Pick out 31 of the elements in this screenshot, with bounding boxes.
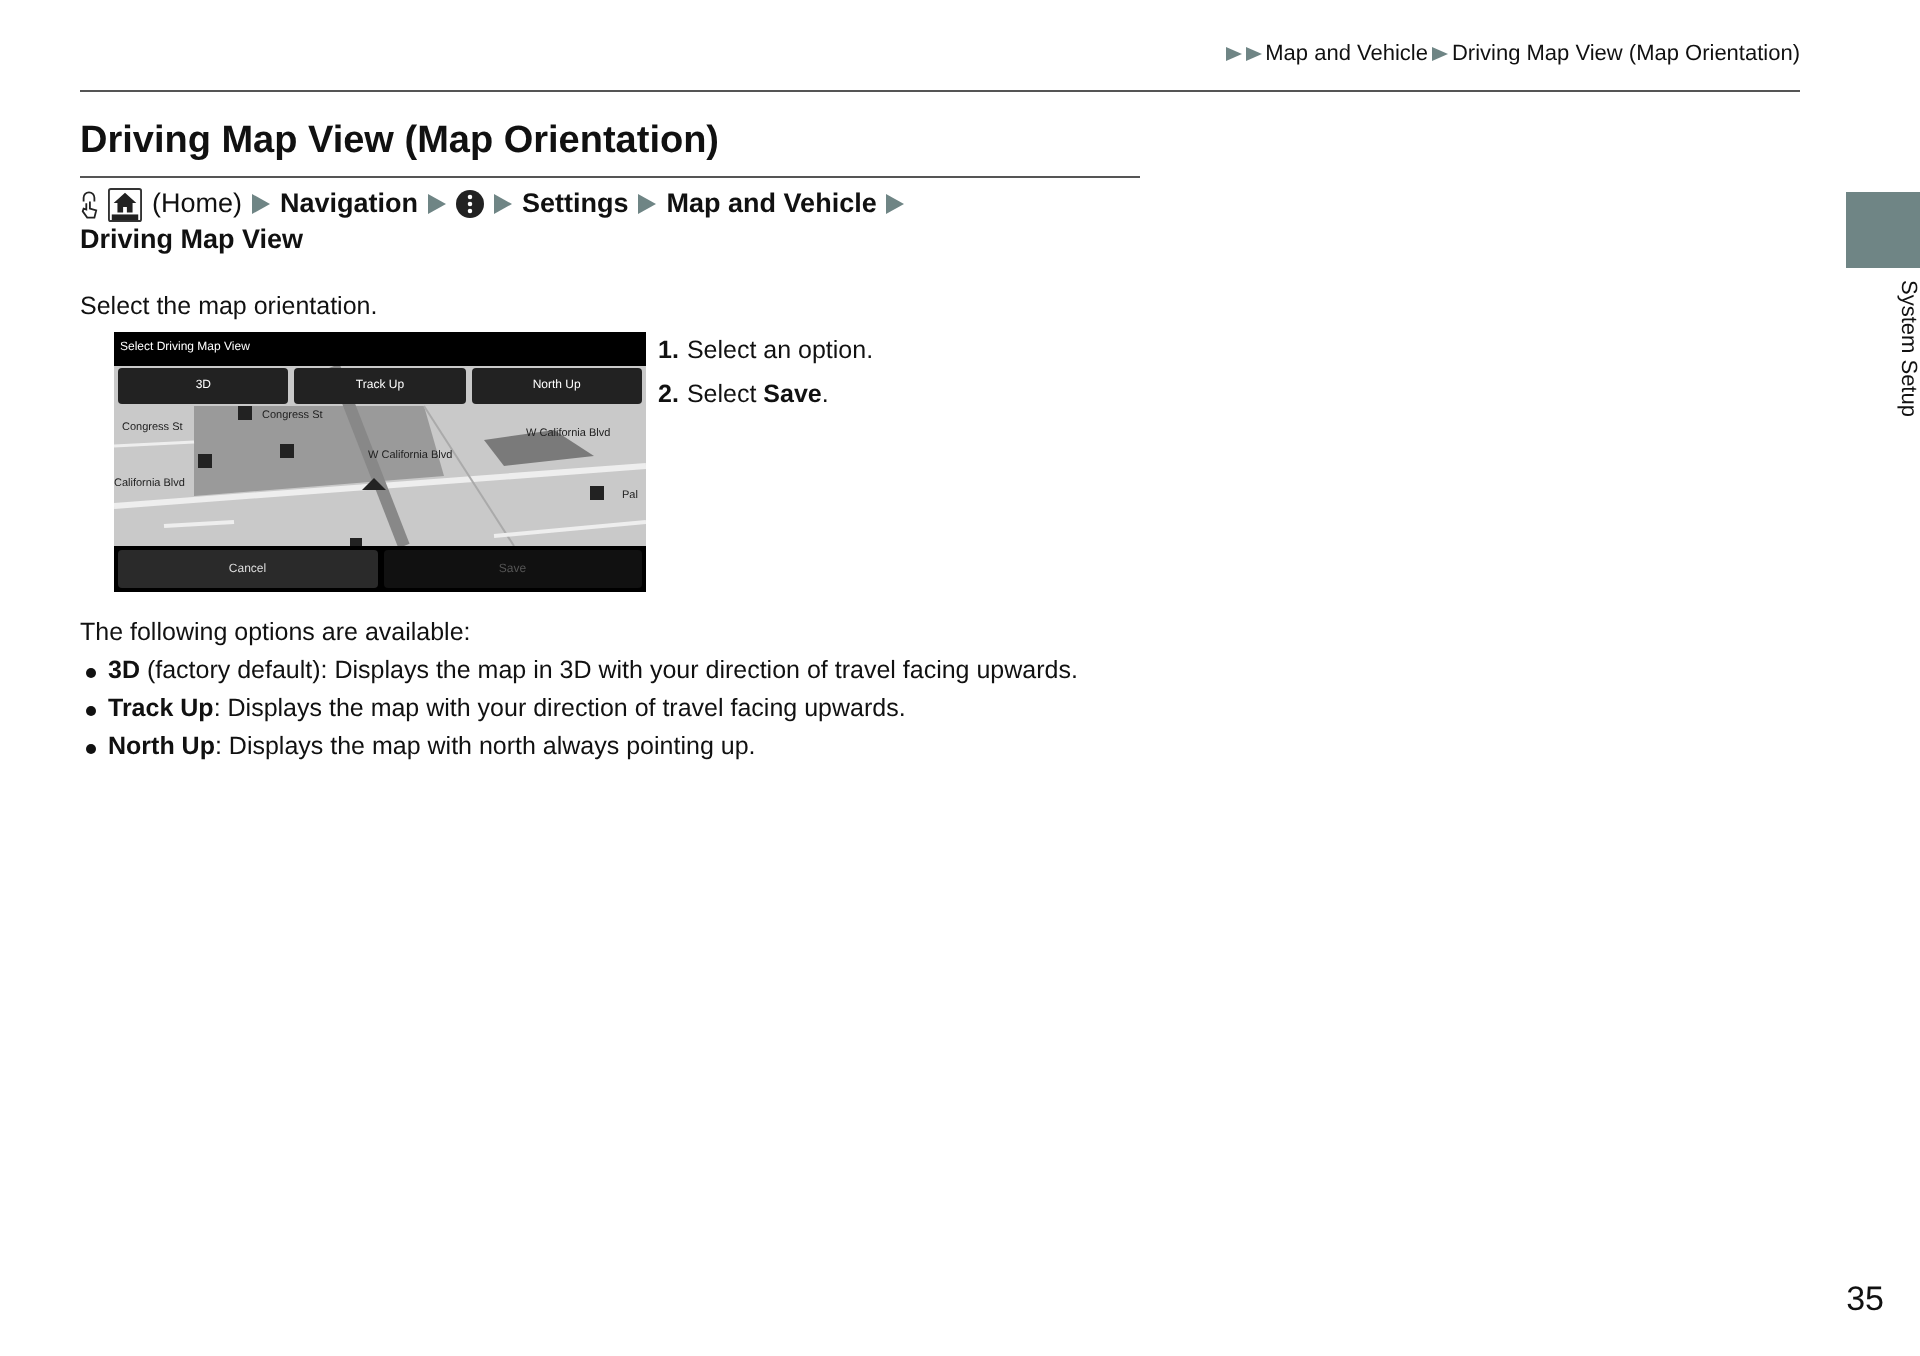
bullet-icon [86, 668, 96, 678]
option-description: 3D (factory default): Displays the map in 3D with your direction of travel facing upwards. [108, 654, 1078, 688]
step-text: Select an option. [686, 336, 874, 364]
bullet-icon [86, 706, 96, 716]
home-icon [108, 187, 142, 221]
bullet-icon [86, 744, 96, 754]
step-text: Select Save. [686, 380, 829, 408]
path-step: Map and Vehicle [666, 186, 877, 222]
arrow-icon [886, 194, 905, 214]
path-step: Settings [522, 186, 629, 222]
options-intro: The following options are available: [80, 616, 473, 650]
step-number: 1. [658, 336, 679, 364]
path-text: (Home) [152, 186, 243, 222]
arrow-icon [494, 194, 513, 214]
section-label: System Setup [1894, 280, 1920, 417]
touch-icon [80, 189, 98, 219]
path-step: Navigation [280, 186, 419, 222]
arrow-icon [252, 194, 271, 214]
breadcrumb-text: Driving Map View (Map Orientation) [1451, 42, 1800, 66]
section-title: Driving Map View (Map Orientation) [80, 120, 1140, 178]
option-description: Track Up: Displays the map with your direction of travel facing upwards. [108, 692, 906, 726]
arrow-icon [1431, 46, 1448, 62]
breadcrumb-text: Map and Vehicle [1265, 42, 1428, 66]
arrow-icon [638, 194, 657, 214]
more-options-icon [456, 190, 485, 218]
step-number: 2. [658, 380, 679, 408]
intro-text: Select the map orientation. [80, 292, 380, 320]
arrow-icon [428, 194, 447, 214]
page-number: 35 [1846, 1280, 1884, 1320]
option-description: North Up: Displays the map with north always pointing up. [108, 730, 756, 764]
path-step: Driving Map View [80, 222, 304, 258]
